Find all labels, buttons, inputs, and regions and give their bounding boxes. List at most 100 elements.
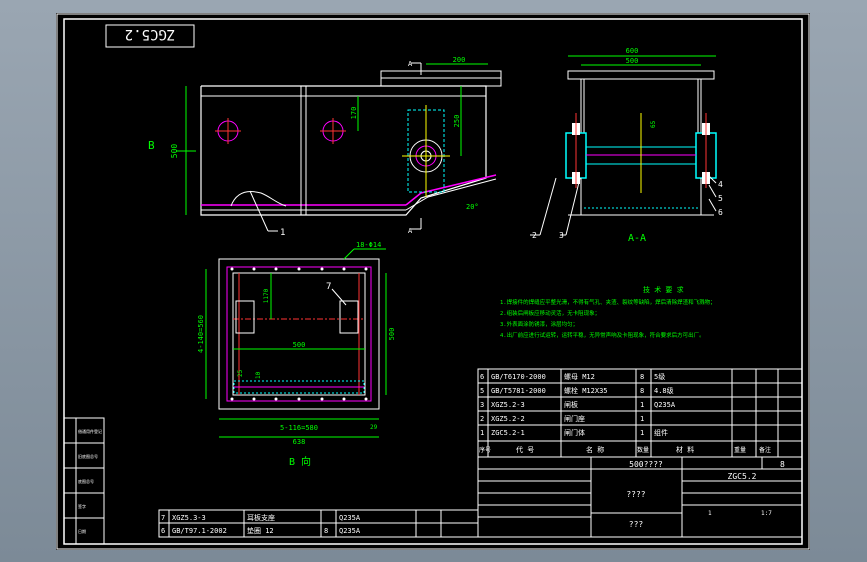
tech-notes: 技 术 要 求 1.焊接件的焊缝应平整光滑，不得有气孔、夹渣、裂纹等缺陷，焊后清… (500, 285, 716, 339)
drawing-sheet[interactable]: ZGC5.2 1 500 B 200 170 250 20° A A 600 5… (56, 13, 810, 550)
bom-u1-mat: 4.8级 (654, 386, 674, 395)
tb-scale: 1:7 (761, 510, 772, 517)
drawing-canvas: ZGC5.2 1 500 B 200 170 250 20° A A 600 5… (56, 13, 810, 550)
bom-hdr-code: 代 号 (516, 445, 534, 454)
bom-u0-code: GB/T6170-2000 (491, 373, 546, 381)
notes-title: 技 术 要 求 (643, 285, 684, 294)
bom-u3-code: XGZ5.2-2 (491, 415, 525, 423)
strip-1: 旧底图总号 (78, 453, 98, 459)
section-aa-label: A-A (628, 233, 646, 244)
bom-lower-table: 7 XGZ5.3-3 耳板支座 Q235A 6 GB/T97.1-2002 垫圈… (158, 509, 479, 538)
bom-u3-name: 闸门座 (564, 414, 585, 423)
tb-unit: ???? (626, 490, 645, 499)
dim-angle: 20° (466, 203, 479, 211)
tb-sheet: 1 (708, 510, 712, 517)
bom-u0-no: 6 (480, 373, 484, 381)
dim-25: 25 (237, 369, 244, 377)
dim-top-200: 200 (453, 56, 466, 64)
bom-u4-mat: 组件 (654, 428, 668, 437)
bom-u0-qty: 8 (640, 373, 644, 381)
callout-7: 7 (326, 282, 331, 292)
view-b-label: B 向 (289, 455, 311, 468)
callout-4: 4 (718, 180, 723, 189)
bom-u3-no: 2 (480, 415, 484, 423)
bom-l1-code: GB/T97.1-2002 (172, 527, 227, 535)
view-b: 4-140=560 5-116=580 638 500 1170 500 25 … (197, 241, 396, 468)
strip-4: 日期 (78, 528, 86, 534)
bom-l1-no: 6 (161, 527, 165, 535)
note-line-3: 3.外表面涂防锈漆，涂层均匀； (500, 320, 578, 328)
dim-1170: 1170 (263, 288, 270, 303)
bom-l0-code: XGZ5.3-3 (172, 514, 206, 522)
dim-65: 65 (650, 120, 657, 128)
dim-holes: 18-Φ14 (356, 241, 381, 249)
bom-hdr-name: 名 称 (586, 445, 604, 454)
bom-u4-name: 闸门体 (564, 428, 585, 437)
bom-hdr-no: 序号 (479, 446, 491, 454)
strip-3: 签字 (78, 503, 86, 509)
bom-l0-no: 7 (161, 514, 165, 522)
tb-code: ZGC5.2 (728, 472, 757, 481)
bom-u4-code: ZGC5.2-1 (491, 429, 525, 437)
bom-u0-mat: 5级 (654, 372, 665, 381)
note-line-1: 1.焊接件的焊缝应平整光滑，不得有气孔、夹渣、裂纹等缺陷，焊后清除焊渣和飞溅物； (500, 298, 716, 306)
bom-header: 序号 代 号 名 称 数量 材 料 重量 备注 (477, 440, 803, 458)
bom-u1-no: 5 (480, 387, 484, 395)
strip-0: 借通用件登记 (78, 428, 102, 434)
title-block: 500???? ZGC5.2 8 ???? ??? 1:7 1 (477, 456, 803, 538)
dim-600: 600 (626, 47, 639, 55)
dim-4140: 4-140=560 (197, 315, 205, 353)
dim-5116: 5-116=580 (280, 424, 318, 432)
callout-3: 3 (559, 231, 564, 240)
tb-company: ??? (629, 520, 644, 529)
callout-6: 6 (718, 208, 723, 217)
left-strip: 借通用件登记 旧底图总号 底图总号 签字 日期 (63, 417, 105, 545)
bom-u1-name: 螺栓 M12X35 (564, 386, 608, 395)
bom-u2-no: 3 (480, 401, 484, 409)
bom-l0-mat: Q235A (339, 514, 361, 522)
dim-height-500: 500 (170, 144, 179, 159)
dim-638: 638 (293, 438, 306, 446)
dim-250: 250 (453, 115, 461, 128)
inner-border (63, 18, 803, 545)
bom-u4-qty: 1 (640, 429, 644, 437)
section-mark-a-bottom: A (408, 227, 413, 235)
bom-u4-no: 1 (480, 429, 484, 437)
dim-500-b: 500 (293, 341, 306, 349)
bom-u2-mat: Q235A (654, 401, 676, 409)
callout-2: 2 (532, 231, 537, 240)
dim-29: 29 (370, 424, 378, 431)
dim-500-v: 500 (388, 328, 396, 341)
note-line-4: 4.出厂前应进行试运转，运转平稳，无异常声响及卡阻现象，符合要求后方可出厂。 (500, 331, 705, 339)
tb-qty: 8 (780, 460, 785, 469)
dim-170: 170 (350, 107, 358, 120)
bom-u2-code: XGZ5.2-3 (491, 401, 525, 409)
strip-2: 底图总号 (78, 478, 94, 484)
tb-name: 500???? (629, 460, 663, 469)
bom-l1-qty: 8 (324, 527, 328, 535)
dim-500: 500 (626, 57, 639, 65)
bom-l1-name: 垫圈 12 (247, 526, 274, 535)
note-line-2: 2.组装后闸板应移动灵活，无卡阻现象； (500, 309, 600, 317)
front-view: 1 (176, 70, 502, 238)
dim-10: 10 (255, 371, 262, 379)
front-dims: 500 B 200 170 250 20° A A (148, 56, 488, 235)
bom-hdr-qty: 数量 (637, 446, 649, 454)
bom-u3-qty: 1 (640, 415, 644, 423)
bom-u2-name: 闸板 (564, 400, 578, 409)
title-tag: ZGC5.2 (125, 26, 176, 42)
section-aa-view: 600 500 65 A-A 2 3 4 5 6 (530, 47, 723, 244)
view-b-arrow: B (148, 139, 155, 152)
bom-u0-name: 螺母 M12 (564, 372, 595, 381)
section-mark-a-top: A (408, 60, 413, 68)
bom-l0-name: 耳板支座 (247, 513, 275, 522)
bom-hdr-weight: 重量 (734, 446, 746, 454)
bom-upper-table: 6 GB/T6170-2000 螺母 M12 8 5级 5 GB/T5781-2… (477, 368, 803, 442)
cad-viewport[interactable]: ZGC5.2 1 500 B 200 170 250 20° A A 600 5… (0, 0, 867, 562)
bom-hdr-mat: 材 料 (676, 445, 694, 454)
bom-l1-mat: Q235A (339, 527, 361, 535)
bom-hdr-remark: 备注 (759, 446, 771, 454)
callout-5: 5 (718, 194, 723, 203)
callout-1: 1 (280, 228, 285, 238)
bom-u1-code: GB/T5781-2000 (491, 387, 546, 395)
